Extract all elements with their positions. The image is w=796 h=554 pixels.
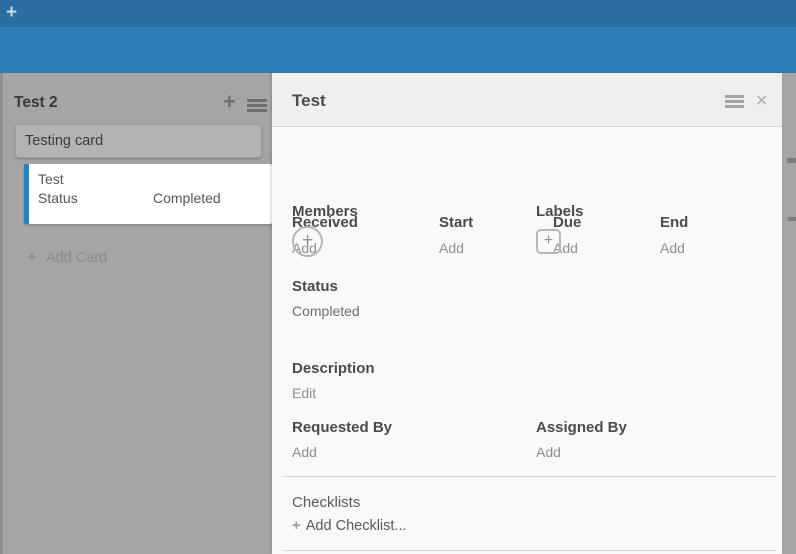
assigned-by-label: Assigned By xyxy=(536,419,627,436)
plus-icon: + xyxy=(27,247,37,266)
sidebar-edge xyxy=(0,73,3,554)
add-member-button[interactable]: + xyxy=(292,226,323,257)
next-list-fragment xyxy=(788,217,796,221)
plus-icon: + xyxy=(544,232,553,249)
requested-by-add-link[interactable]: Add xyxy=(292,444,317,460)
description-edit-link[interactable]: Edit xyxy=(292,385,316,401)
requested-by-label: Requested By xyxy=(292,419,392,436)
add-card-button[interactable]: + Add Card xyxy=(27,247,107,267)
add-label-button[interactable]: + xyxy=(536,229,561,254)
members-label: Members xyxy=(292,203,358,220)
add-checklist-label: Add Checklist... xyxy=(306,518,407,534)
labels-label: Labels xyxy=(536,203,584,220)
plus-icon: + xyxy=(292,517,301,534)
end-label: End xyxy=(660,214,688,231)
card-menu-icon[interactable] xyxy=(725,95,744,98)
close-icon[interactable]: ✕ xyxy=(755,91,768,111)
add-checklist-button[interactable]: + Add Checklist... xyxy=(292,517,407,535)
divider xyxy=(283,550,776,551)
plus-icon: + xyxy=(302,230,313,251)
assigned-by-add-link[interactable]: Add xyxy=(536,444,561,460)
top-navigation-bar: + xyxy=(0,0,796,27)
add-card-label: Add Card xyxy=(46,250,107,266)
list-add-card-icon[interactable]: + xyxy=(223,89,236,115)
status-value[interactable]: Completed xyxy=(292,303,360,319)
next-list-plus-icon-fragment xyxy=(787,158,796,163)
minicard-field-value: Completed xyxy=(153,190,221,206)
divider xyxy=(283,476,776,477)
board-header-bar xyxy=(0,27,796,73)
card-detail-header: Test ✕ xyxy=(272,73,782,127)
list-menu-icon[interactable] xyxy=(247,99,267,102)
add-board-icon[interactable]: + xyxy=(6,2,17,24)
start-add-link[interactable]: Add xyxy=(439,240,464,256)
new-card-title-input[interactable] xyxy=(15,124,262,158)
list-title[interactable]: Test 2 xyxy=(14,94,58,112)
checklists-label: Checklists xyxy=(292,494,360,511)
card-detail-panel: Test ✕ Received Add Start Add Due Add En… xyxy=(272,73,782,554)
status-label: Status xyxy=(292,278,338,295)
minicard-field-label: Status xyxy=(38,190,78,206)
card-detail-title[interactable]: Test xyxy=(292,91,326,111)
minicard-test[interactable]: Test Status Completed xyxy=(24,164,272,224)
end-add-link[interactable]: Add xyxy=(660,240,685,256)
start-label: Start xyxy=(439,214,473,231)
minicard-title: Test xyxy=(38,171,64,187)
description-label: Description xyxy=(292,360,375,377)
